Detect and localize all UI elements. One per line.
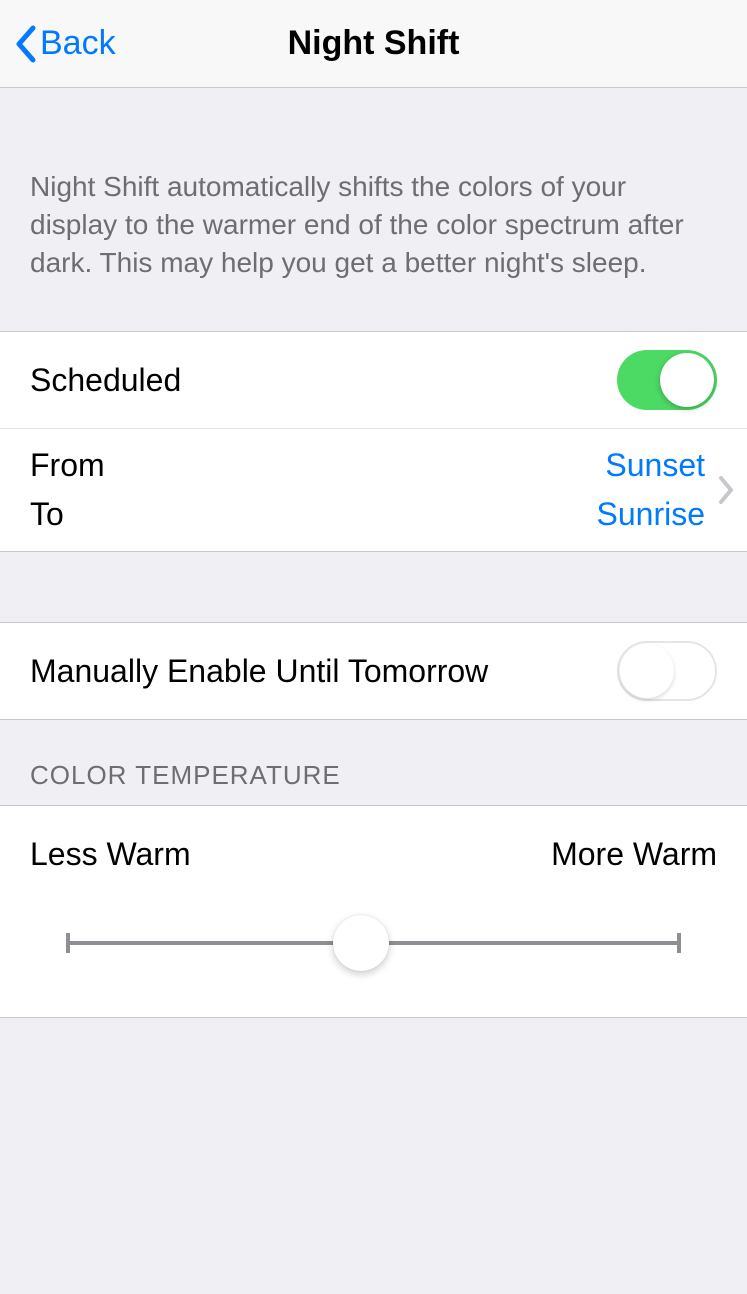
from-value: Sunset — [597, 447, 706, 484]
navbar: Back Night Shift — [0, 0, 747, 88]
schedule-left-labels: From To — [30, 447, 597, 533]
scheduled-row: Scheduled — [0, 332, 747, 428]
back-label: Back — [40, 24, 116, 63]
toggle-knob — [660, 353, 714, 407]
more-warm-label: More Warm — [551, 836, 717, 873]
chevron-left-icon — [14, 25, 36, 63]
schedule-group: Scheduled From To Sunset Sunrise — [0, 331, 747, 552]
to-label: To — [30, 496, 597, 533]
manual-toggle[interactable] — [617, 641, 717, 701]
color-temperature-card: Less Warm More Warm — [0, 805, 747, 1018]
intro-text: Night Shift automatically shifts the col… — [0, 88, 747, 331]
less-warm-label: Less Warm — [30, 836, 191, 873]
schedule-time-row[interactable]: From To Sunset Sunrise — [0, 428, 747, 551]
to-value: Sunrise — [597, 496, 706, 533]
manual-row: Manually Enable Until Tomorrow — [0, 623, 747, 719]
manual-group: Manually Enable Until Tomorrow — [0, 622, 747, 720]
slider-tick-max — [677, 933, 681, 953]
scheduled-label: Scheduled — [30, 362, 617, 399]
manual-label: Manually Enable Until Tomorrow — [30, 653, 617, 690]
schedule-right-values: Sunset Sunrise — [597, 447, 706, 533]
color-temperature-header: COLOR TEMPERATURE — [0, 720, 747, 805]
back-button[interactable]: Back — [0, 24, 116, 63]
slider-thumb[interactable] — [333, 915, 389, 971]
chevron-right-icon — [717, 475, 735, 505]
slider-tick-min — [66, 933, 70, 953]
from-label: From — [30, 447, 597, 484]
scheduled-toggle[interactable] — [617, 350, 717, 410]
toggle-knob — [620, 644, 674, 698]
color-temperature-slider[interactable] — [66, 915, 681, 971]
